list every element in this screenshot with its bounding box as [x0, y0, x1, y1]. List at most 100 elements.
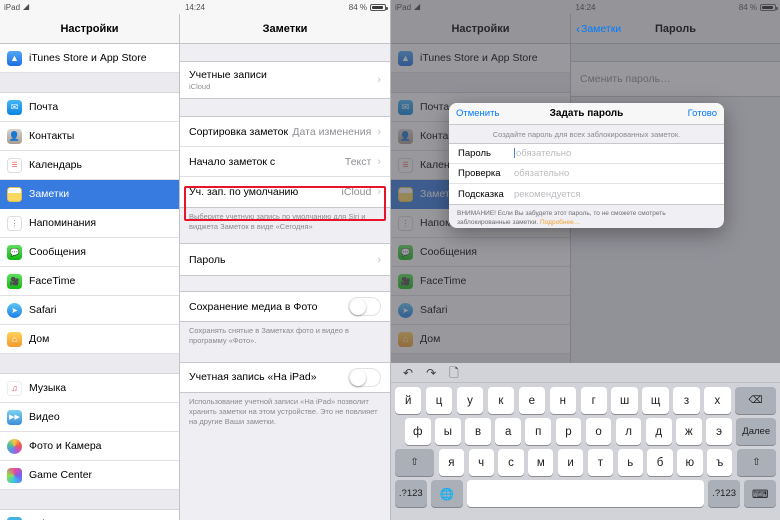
- key-ш[interactable]: ш: [611, 387, 638, 414]
- music-icon: ♫: [7, 380, 22, 396]
- sidebar-item-mail[interactable]: ✉ Почта: [0, 93, 179, 122]
- calendar-icon: ☰: [7, 157, 22, 173]
- on-ipad-toggle[interactable]: [348, 367, 381, 387]
- row-password[interactable]: Пароль ›: [180, 244, 390, 276]
- key-т[interactable]: т: [587, 449, 614, 476]
- sidebar-item-contacts[interactable]: 👤 Контакты: [0, 122, 179, 151]
- key-м[interactable]: м: [528, 449, 554, 476]
- key-з[interactable]: з: [673, 387, 700, 414]
- key-у[interactable]: у: [456, 387, 484, 414]
- shift-icon-right[interactable]: ⇧: [736, 449, 777, 476]
- key-э[interactable]: э: [706, 418, 732, 445]
- video-icon: ▶▶: [7, 409, 22, 425]
- next-key[interactable]: Далее: [736, 418, 777, 445]
- key-о[interactable]: о: [585, 418, 612, 445]
- key-с[interactable]: с: [498, 449, 524, 476]
- numbers-key-left[interactable]: .?123: [395, 480, 427, 507]
- key-ж[interactable]: ж: [676, 418, 702, 445]
- key-л[interactable]: л: [615, 418, 642, 445]
- numbers-key-right[interactable]: .?123: [708, 480, 740, 507]
- chevron-right-icon: ›: [377, 155, 381, 168]
- key-ц[interactable]: ц: [425, 387, 453, 414]
- key-ы[interactable]: ы: [435, 418, 461, 445]
- field-row-password[interactable]: Пароль обязательно: [449, 144, 724, 164]
- key-ф[interactable]: ф: [404, 418, 431, 445]
- page-title-settings: Настройки: [60, 22, 119, 35]
- hint-placeholder: рекомендуется: [514, 188, 581, 200]
- accounts-group: Учетные записи iCloud ›: [180, 61, 390, 99]
- save-media-toggle[interactable]: [348, 297, 381, 317]
- redo-icon[interactable]: ↷: [426, 367, 436, 379]
- notes-settings-detail: Учетные записи iCloud › Сортировка замет…: [180, 44, 390, 520]
- sidebar-item-itunes-store[interactable]: ▲ iTunes Store и App Store: [0, 44, 179, 73]
- dialog-subtitle: Создайте пароль для всех заблокированных…: [492, 130, 681, 139]
- row-sort-notes[interactable]: Сортировка заметок Дата изменения ›: [180, 117, 390, 147]
- row-save-media[interactable]: Сохранение медиа в Фото: [180, 292, 390, 322]
- hide-keyboard-icon[interactable]: ⌨: [744, 480, 776, 507]
- sidebar-item-notes[interactable]: Заметки: [0, 180, 179, 209]
- contacts-icon: 👤: [7, 128, 22, 144]
- key-в[interactable]: в: [465, 418, 491, 445]
- key-х[interactable]: х: [704, 387, 731, 414]
- sidebar-item-game-center[interactable]: Game Center: [0, 461, 179, 490]
- sidebar-item-calendar[interactable]: ☰ Календарь: [0, 151, 179, 180]
- key-е[interactable]: е: [518, 387, 546, 414]
- key-к[interactable]: к: [487, 387, 515, 414]
- row-sort-label: Сортировка заметок: [189, 125, 289, 138]
- key-б[interactable]: б: [647, 449, 673, 476]
- row-default-account-value: iCloud: [341, 186, 372, 198]
- sidebar-item-twitter[interactable]: 🐦 Twitter: [0, 510, 179, 520]
- key-я[interactable]: я: [438, 449, 464, 476]
- learn-more-link[interactable]: Подробнее…: [540, 219, 580, 226]
- sidebar-item-messages[interactable]: 💬 Сообщения: [0, 238, 179, 267]
- sidebar-item-home[interactable]: ⌂ Дом: [0, 325, 179, 354]
- sidebar-item-video[interactable]: ▶▶ Видео: [0, 403, 179, 432]
- row-default-account-label: Уч. зап. по умолчанию: [189, 186, 299, 198]
- hint-input[interactable]: рекомендуется: [514, 189, 580, 200]
- on-ipad-group: Учетная запись «На iPad»: [180, 361, 390, 393]
- back-button[interactable]: ‹ Заметки: [571, 23, 621, 35]
- field-row-verify[interactable]: Проверка обязательно: [449, 164, 724, 184]
- row-accounts[interactable]: Учетные записи iCloud ›: [180, 62, 390, 98]
- row-default-account[interactable]: Уч. зап. по умолчанию iCloud ›: [180, 177, 390, 207]
- chevron-right-icon: ›: [377, 74, 381, 86]
- key-р[interactable]: р: [555, 418, 582, 445]
- cancel-button[interactable]: Отменить: [456, 108, 499, 119]
- settings-sidebar-left[interactable]: ▲ iTunes Store и App Store ✉ Почта 👤 Кон…: [0, 44, 180, 520]
- dialog-warning: ВНИМАНИЕ! Если Вы забудете этот пароль, …: [449, 205, 724, 228]
- key-ч[interactable]: ч: [468, 449, 494, 476]
- set-password-dialog: Отменить Задать пароль Готово Создайте п…: [449, 103, 724, 228]
- sidebar-item-facetime[interactable]: 🎥 FaceTime: [0, 267, 179, 296]
- row-note-start[interactable]: Начало заметок с Текст ›: [180, 147, 390, 177]
- backspace-icon[interactable]: ⌫: [735, 387, 777, 414]
- key-й[interactable]: й: [394, 387, 422, 414]
- password-input[interactable]: обязательно: [514, 148, 571, 159]
- globe-icon[interactable]: 🌐: [431, 480, 463, 507]
- done-button[interactable]: Готово: [688, 108, 717, 119]
- key-а[interactable]: а: [495, 418, 521, 445]
- key-щ[interactable]: щ: [642, 387, 669, 414]
- sidebar-item-label: Дом: [29, 333, 50, 345]
- key-ъ[interactable]: ъ: [707, 449, 733, 476]
- key-г[interactable]: г: [580, 387, 607, 414]
- sidebar-item-music[interactable]: ♫ Музыка: [0, 374, 179, 403]
- verify-input[interactable]: обязательно: [514, 168, 569, 179]
- key-ю[interactable]: ю: [677, 449, 703, 476]
- sidebar-item-safari[interactable]: ➤ Safari: [0, 296, 179, 325]
- shift-icon-left[interactable]: ⇧: [394, 449, 435, 476]
- sidebar-item-reminders[interactable]: ⋮ Напоминания: [0, 209, 179, 238]
- undo-icon[interactable]: ↶: [403, 367, 413, 379]
- key-и[interactable]: и: [557, 449, 584, 476]
- field-row-hint[interactable]: Подсказка рекомендуется: [449, 184, 724, 204]
- sidebar-item-photos[interactable]: Фото и Камера: [0, 432, 179, 461]
- space-key[interactable]: [467, 480, 704, 507]
- paste-icon[interactable]: 🗋: [449, 367, 459, 379]
- password-field-label: Пароль: [458, 148, 491, 159]
- row-on-ipad-account[interactable]: Учетная запись «На iPad»: [180, 362, 390, 392]
- screenshot-root: iPad ◢ 14:24 84 % Настройки Заметки ▲ iT…: [0, 0, 780, 520]
- key-ь[interactable]: ь: [617, 449, 643, 476]
- sidebar-item-label: Safari: [29, 304, 57, 316]
- key-д[interactable]: д: [645, 418, 672, 445]
- key-п[interactable]: п: [525, 418, 552, 445]
- key-н[interactable]: н: [549, 387, 576, 414]
